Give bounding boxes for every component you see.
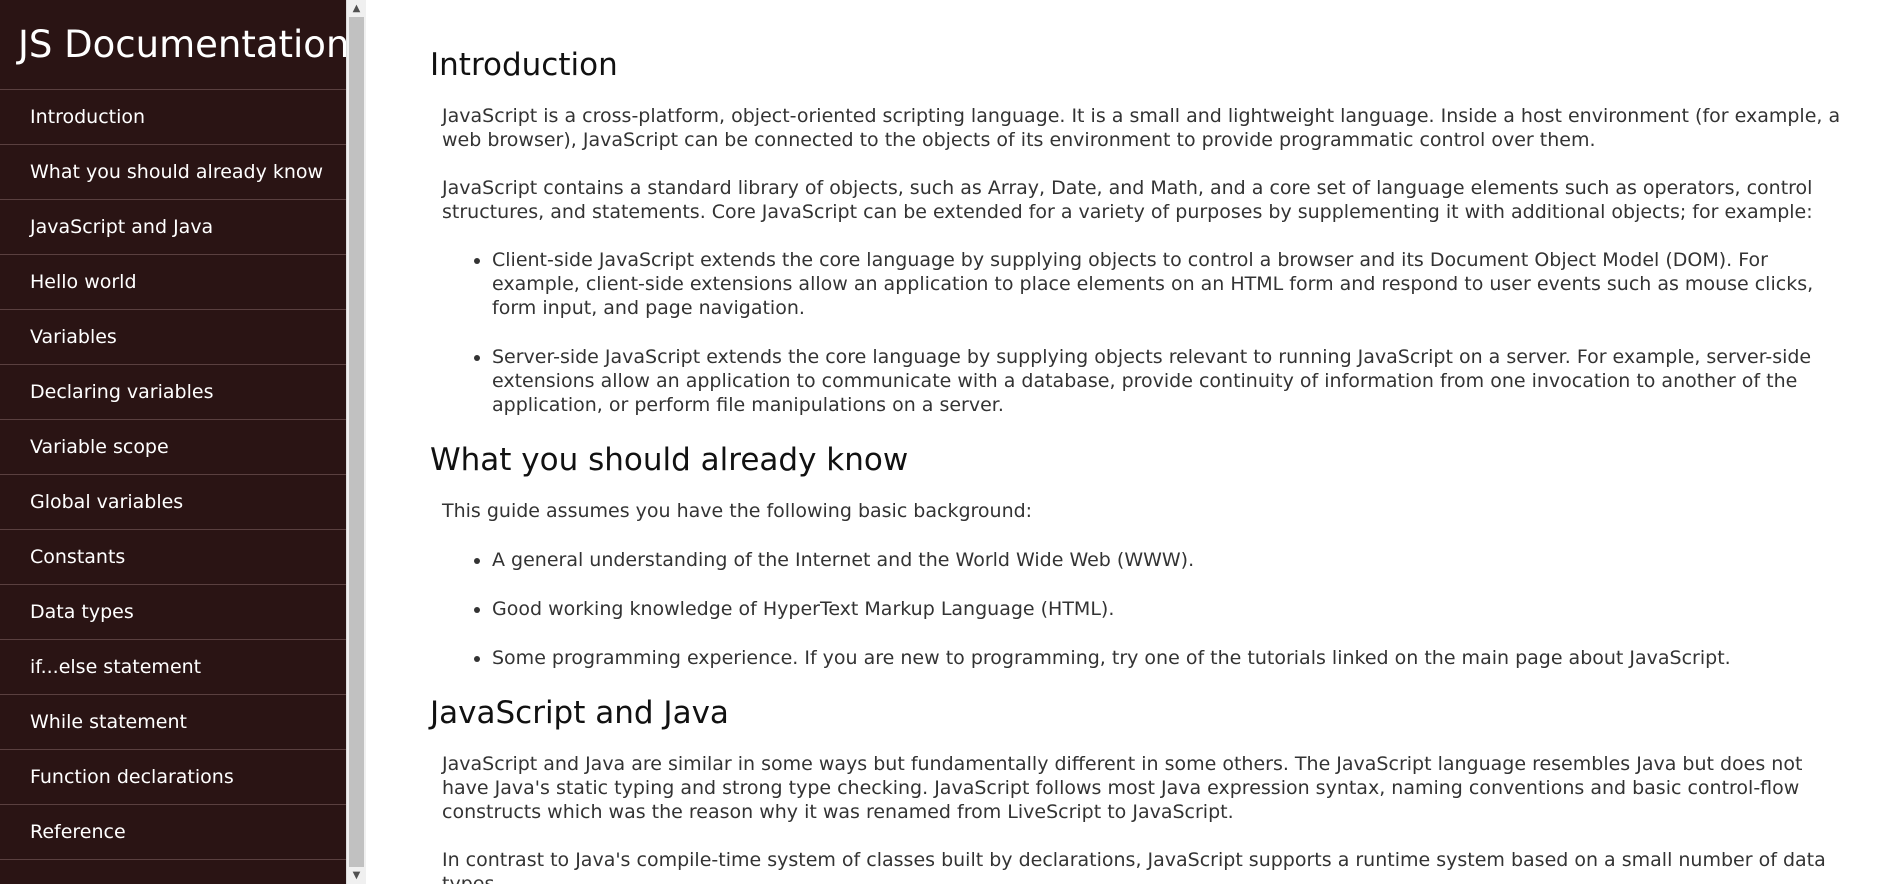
- nav-item: Reference: [0, 805, 346, 860]
- nav-link-global-variables[interactable]: Global variables: [0, 475, 346, 530]
- nav-link-introduction[interactable]: Introduction: [0, 90, 346, 145]
- nav-link-hello-world[interactable]: Hello world: [0, 255, 346, 310]
- nav-link-while-statement[interactable]: While statement: [0, 695, 346, 750]
- list-item: Server-side JavaScript extends the core …: [492, 345, 1851, 417]
- list-item: A general understanding of the Internet …: [492, 548, 1851, 572]
- scrollbar-thumb[interactable]: [349, 17, 364, 867]
- nav-link-reference[interactable]: Reference: [0, 805, 346, 860]
- section-header: What you should already know: [430, 442, 909, 478]
- nav-item: Variables: [0, 310, 346, 365]
- paragraph: In contrast to Java's compile-time syste…: [442, 849, 1826, 884]
- nav-item: Introduction: [0, 90, 346, 145]
- nav-scrollbar[interactable]: ▲ ▼: [346, 0, 366, 884]
- nav-item: Function declarations: [0, 750, 346, 805]
- bullet-list: Client-side JavaScript extends the core …: [366, 248, 1881, 417]
- nav-item: Hello world: [0, 255, 346, 310]
- nav-link-javascript-and-java[interactable]: JavaScript and Java: [0, 200, 346, 255]
- section-header: JavaScript and Java: [430, 695, 729, 731]
- nav-item: While statement: [0, 695, 346, 750]
- nav-link-declaring-variables[interactable]: Declaring variables: [0, 365, 346, 420]
- nav-list: Introduction What you should already kno…: [0, 90, 346, 860]
- nav-title: JS Documentation: [0, 0, 349, 90]
- list-item: Good working knowledge of HyperText Mark…: [492, 597, 1851, 621]
- navbar: JS Documentation Introduction What you s…: [0, 0, 349, 884]
- nav-item: JavaScript and Java: [0, 200, 346, 255]
- nav-item: Global variables: [0, 475, 346, 530]
- paragraph: This guide assumes you have the followin…: [442, 500, 1033, 522]
- nav-link-data-types[interactable]: Data types: [0, 585, 346, 640]
- section-javascript-and-java: JavaScript and Java JavaScript and Java …: [366, 693, 1881, 884]
- list-item: Client-side JavaScript extends the core …: [492, 248, 1851, 320]
- nav-link-if-else-statement[interactable]: if...else statement: [0, 640, 346, 695]
- nav-item: Data types: [0, 585, 346, 640]
- triangle-down-icon[interactable]: ▼: [347, 867, 366, 884]
- nav-link-variable-scope[interactable]: Variable scope: [0, 420, 346, 475]
- main-doc: Introduction JavaScript is a cross-platf…: [366, 0, 1881, 884]
- section-introduction: Introduction JavaScript is a cross-platf…: [366, 0, 1881, 417]
- list-item: Some programming experience. If you are …: [492, 646, 1851, 670]
- section-header: Introduction: [430, 47, 618, 83]
- paragraph: JavaScript and Java are similar in some …: [442, 753, 1803, 823]
- nav-item: What you should already know: [0, 145, 346, 200]
- nav-item: Declaring variables: [0, 365, 346, 420]
- paragraph: JavaScript contains a standard library o…: [442, 177, 1813, 223]
- nav-link-function-declarations[interactable]: Function declarations: [0, 750, 346, 805]
- triangle-up-icon[interactable]: ▲: [347, 0, 366, 17]
- nav-item: Variable scope: [0, 420, 346, 475]
- nav-link-what-you-should-already-know[interactable]: What you should already know: [0, 145, 346, 200]
- bullet-list: A general understanding of the Internet …: [366, 548, 1881, 670]
- paragraph: JavaScript is a cross-platform, object-o…: [442, 105, 1841, 151]
- nav-link-constants[interactable]: Constants: [0, 530, 346, 585]
- nav-item: Constants: [0, 530, 346, 585]
- nav-item: if...else statement: [0, 640, 346, 695]
- nav-link-variables[interactable]: Variables: [0, 310, 346, 365]
- section-what-you-should-already-know: What you should already know This guide …: [366, 440, 1881, 670]
